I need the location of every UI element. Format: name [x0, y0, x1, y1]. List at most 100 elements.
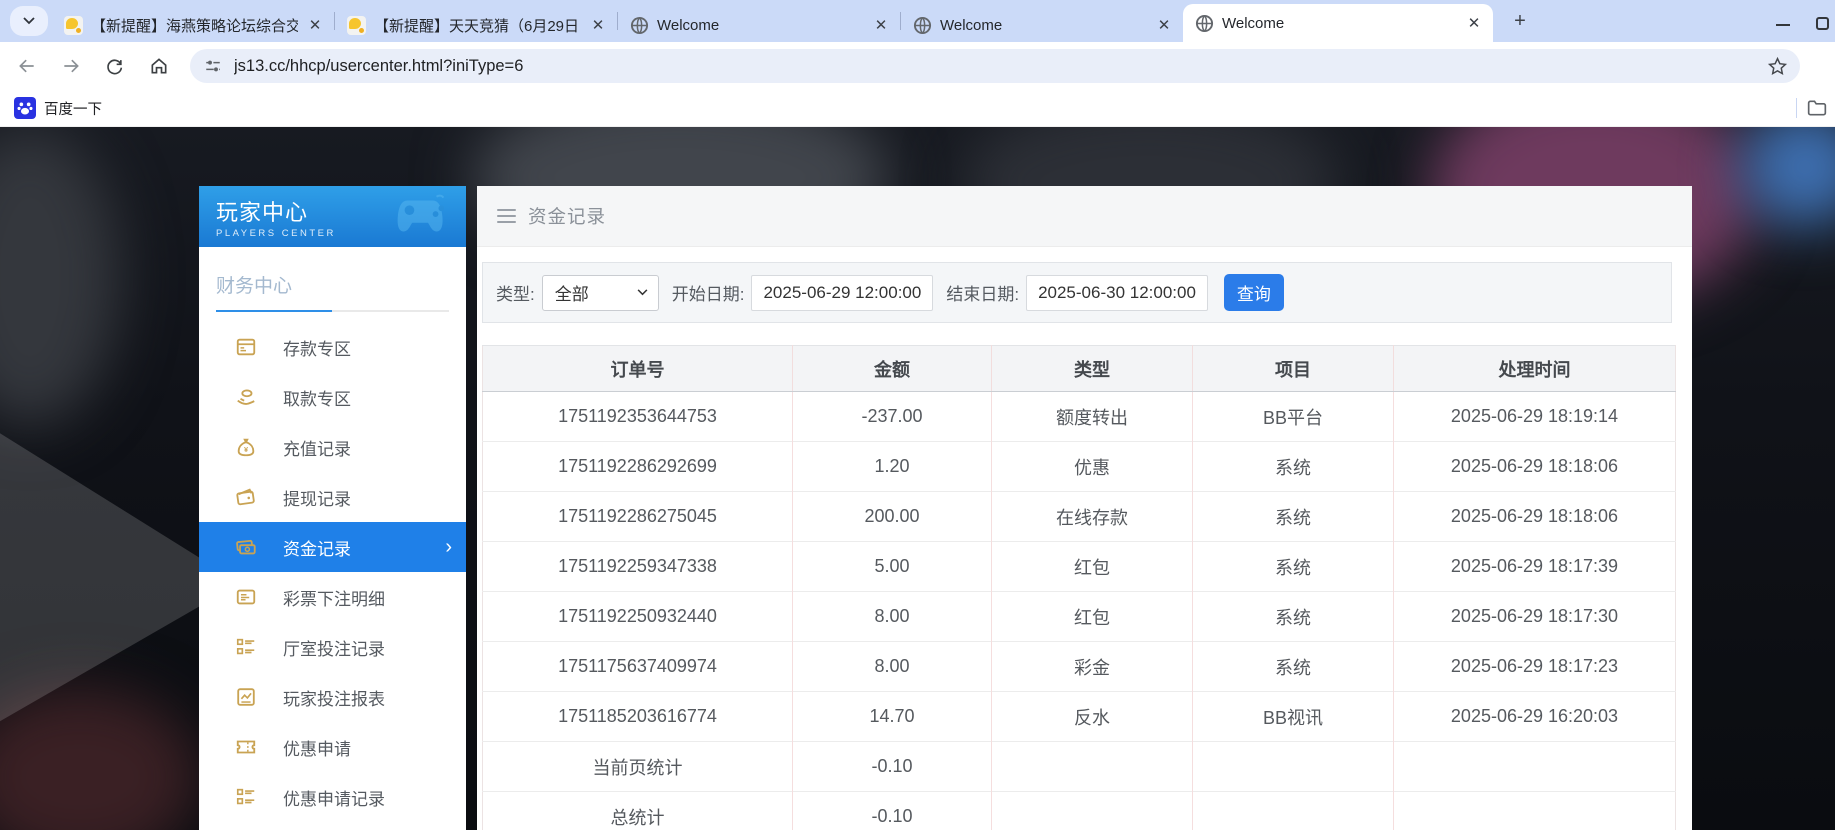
tab-search-button[interactable] — [10, 6, 48, 36]
table-row: 1751192250932440 8.00 红包 系统 2025-06-29 1… — [482, 591, 1676, 642]
finance-section-title: 财务中心 — [216, 276, 293, 297]
sidebar-item-lottery-bet-details[interactable]: 彩票下注明细 — [199, 572, 466, 622]
hamburger-menu-icon[interactable] — [497, 208, 516, 224]
cell-type: 红包 — [991, 541, 1193, 592]
start-date-value: 2025-06-29 12:00:00 — [763, 282, 922, 302]
table-row: 1751192286292699 1.20 优惠 系统 2025-06-29 1… — [482, 441, 1676, 492]
tab-close-icon[interactable]: ✕ — [1155, 16, 1173, 34]
records-table: 订单号 金额 类型 项目 处理时间 1751192353644753 -237.… — [482, 345, 1676, 830]
chart-report-icon — [237, 688, 255, 706]
tab-title: Welcome — [1222, 14, 1285, 32]
cell-type: 反水 — [991, 691, 1193, 742]
records-table-wrap: 订单号 金额 类型 项目 处理时间 1751192353644753 -237.… — [482, 345, 1676, 830]
window-controls — [1776, 12, 1835, 30]
bookmark-label: 百度一下 — [44, 101, 102, 118]
bookmark-baidu[interactable]: 百度一下 — [14, 97, 102, 119]
tab-welcome-2[interactable]: Welcome ✕ — [901, 8, 1183, 42]
cell-grand-total-amount: -0.10 — [792, 791, 992, 830]
table-row: 1751192353644753 -237.00 额度转出 BB平台 2025-… — [482, 391, 1676, 442]
sidebar-item-label: 提现记录 — [283, 489, 351, 509]
cell-page-total-amount: -0.10 — [792, 741, 992, 792]
col-order-id: 订单号 — [482, 345, 793, 392]
col-project: 项目 — [1192, 345, 1394, 392]
sidebar-item-label: 存款专区 — [283, 339, 351, 359]
cell-amount: 8.00 — [792, 591, 992, 642]
site-info-icon[interactable] — [204, 57, 222, 75]
sidebar-item-promo-apply-records[interactable]: 优惠申请记录 — [199, 772, 466, 822]
sidebar-item-withdrawal-records[interactable]: 提现记录 — [199, 472, 466, 522]
other-bookmarks-folder-icon[interactable] — [1807, 99, 1827, 117]
deposit-card-icon — [236, 338, 256, 356]
reload-button[interactable] — [98, 49, 132, 83]
cell-amount: 5.00 — [792, 541, 992, 592]
cell-process-time: 2025-06-29 18:18:06 — [1393, 441, 1676, 492]
cell-project: 系统 — [1192, 641, 1394, 692]
globe-icon — [630, 16, 649, 34]
sidebar-item-promo-apply[interactable]: 优惠申请 — [199, 722, 466, 772]
col-type: 类型 — [991, 345, 1193, 392]
tab-close-icon[interactable]: ✕ — [1465, 14, 1483, 32]
globe-icon — [913, 16, 932, 34]
cell-project: BB平台 — [1192, 391, 1394, 442]
home-button[interactable] — [142, 49, 176, 83]
cell-project: 系统 — [1192, 441, 1394, 492]
hand-coin-icon — [237, 389, 255, 405]
main-content-panel: 资金记录 类型: 全部 开始日期: 2025-06-29 12:00:00 结束… — [477, 186, 1692, 830]
table-row: 1751192286275045 200.00 在线存款 系统 2025-06-… — [482, 491, 1676, 542]
tab-close-icon[interactable]: ✕ — [306, 16, 324, 34]
tab-close-icon[interactable]: ✕ — [872, 16, 890, 34]
end-date-value: 2025-06-30 12:00:00 — [1038, 282, 1196, 302]
list-document-icon — [236, 589, 256, 605]
url-bar[interactable]: js13.cc/hhcp/usercenter.html?iniType=6 — [190, 49, 1800, 83]
cell-type: 在线存款 — [991, 491, 1193, 542]
sidebar-item-recharge-records[interactable]: ¥ 充值记录 — [199, 422, 466, 472]
new-tab-button[interactable]: + — [1505, 6, 1535, 36]
tab-title: 【新提醒】海燕策略论坛综合交 — [91, 17, 298, 35]
browser-tab-strip: 【新提醒】海燕策略论坛综合交 ✕ 【新提醒】天天竞猜（6月29日 ✕ Welco… — [0, 0, 1835, 42]
bg-blur-blob — [0, 127, 120, 427]
cell-project: BB视讯 — [1192, 691, 1394, 742]
sidebar-item-fund-records[interactable]: 资金记录 › — [199, 522, 466, 572]
tab-close-icon[interactable]: ✕ — [589, 16, 607, 34]
globe-icon — [1195, 14, 1214, 32]
cell-project: 系统 — [1192, 491, 1394, 542]
gamepad-icon — [397, 194, 445, 232]
back-button[interactable] — [10, 49, 44, 83]
cell-order-id: 1751192353644753 — [482, 391, 793, 442]
sidebar-item-label: 资金记录 — [283, 539, 351, 559]
forward-button[interactable] — [54, 49, 88, 83]
tab-forum-2[interactable]: 【新提醒】天天竞猜（6月29日 ✕ — [335, 8, 617, 42]
chevron-down-icon — [637, 289, 648, 296]
sidebar-item-withdraw-zone[interactable]: 取款专区 — [199, 372, 466, 422]
section-divider — [216, 310, 449, 312]
tab-forum-1[interactable]: 【新提醒】海燕策略论坛综合交 ✕ — [52, 8, 334, 42]
start-date-label: 开始日期: — [671, 285, 745, 304]
col-process-time: 处理时间 — [1393, 345, 1676, 392]
end-date-input[interactable]: 2025-06-30 12:00:00 — [1026, 274, 1208, 311]
sidebar-item-hall-bet-records[interactable]: 厅室投注记录 — [199, 622, 466, 672]
cell-order-id: 1751185203616774 — [482, 691, 793, 742]
tab-welcome-1[interactable]: Welcome ✕ — [618, 8, 900, 42]
table-row-page-total: 当前页统计 -0.10 — [482, 741, 1676, 792]
cell-amount: 14.70 — [792, 691, 992, 742]
bookmark-star-icon[interactable] — [1767, 56, 1788, 77]
window-restore-button[interactable] — [1816, 17, 1829, 30]
sidebar-item-label: 厅室投注记录 — [283, 639, 385, 659]
web-page: 玩家中心 PLAYERS CENTER 财务中心 存款专区 取款专区 ¥ 充值记… — [0, 127, 1835, 830]
tab-welcome-active[interactable]: Welcome ✕ — [1183, 4, 1493, 42]
type-select-value: 全部 — [554, 285, 589, 304]
cell-process-time: 2025-06-29 18:19:14 — [1393, 391, 1676, 442]
sidebar: 玩家中心 PLAYERS CENTER 财务中心 存款专区 取款专区 ¥ 充值记… — [199, 186, 466, 830]
cell-order-id: 1751192286292699 — [482, 441, 793, 492]
bullet-list-icon — [236, 788, 255, 805]
sidebar-item-player-bet-report[interactable]: 玩家投注报表 — [199, 672, 466, 722]
window-minimize-button[interactable] — [1776, 24, 1790, 26]
bg-blur-blob — [0, 687, 200, 830]
query-button[interactable]: 查询 — [1223, 274, 1284, 311]
sidebar-item-deposit-zone[interactable]: 存款专区 — [199, 322, 466, 372]
home-icon — [151, 58, 167, 74]
type-select[interactable]: 全部 — [541, 274, 659, 311]
filter-panel: 类型: 全部 开始日期: 2025-06-29 12:00:00 结束日期: 2… — [482, 262, 1672, 323]
start-date-input[interactable]: 2025-06-29 12:00:00 — [751, 274, 934, 311]
back-arrow-icon — [19, 59, 34, 73]
